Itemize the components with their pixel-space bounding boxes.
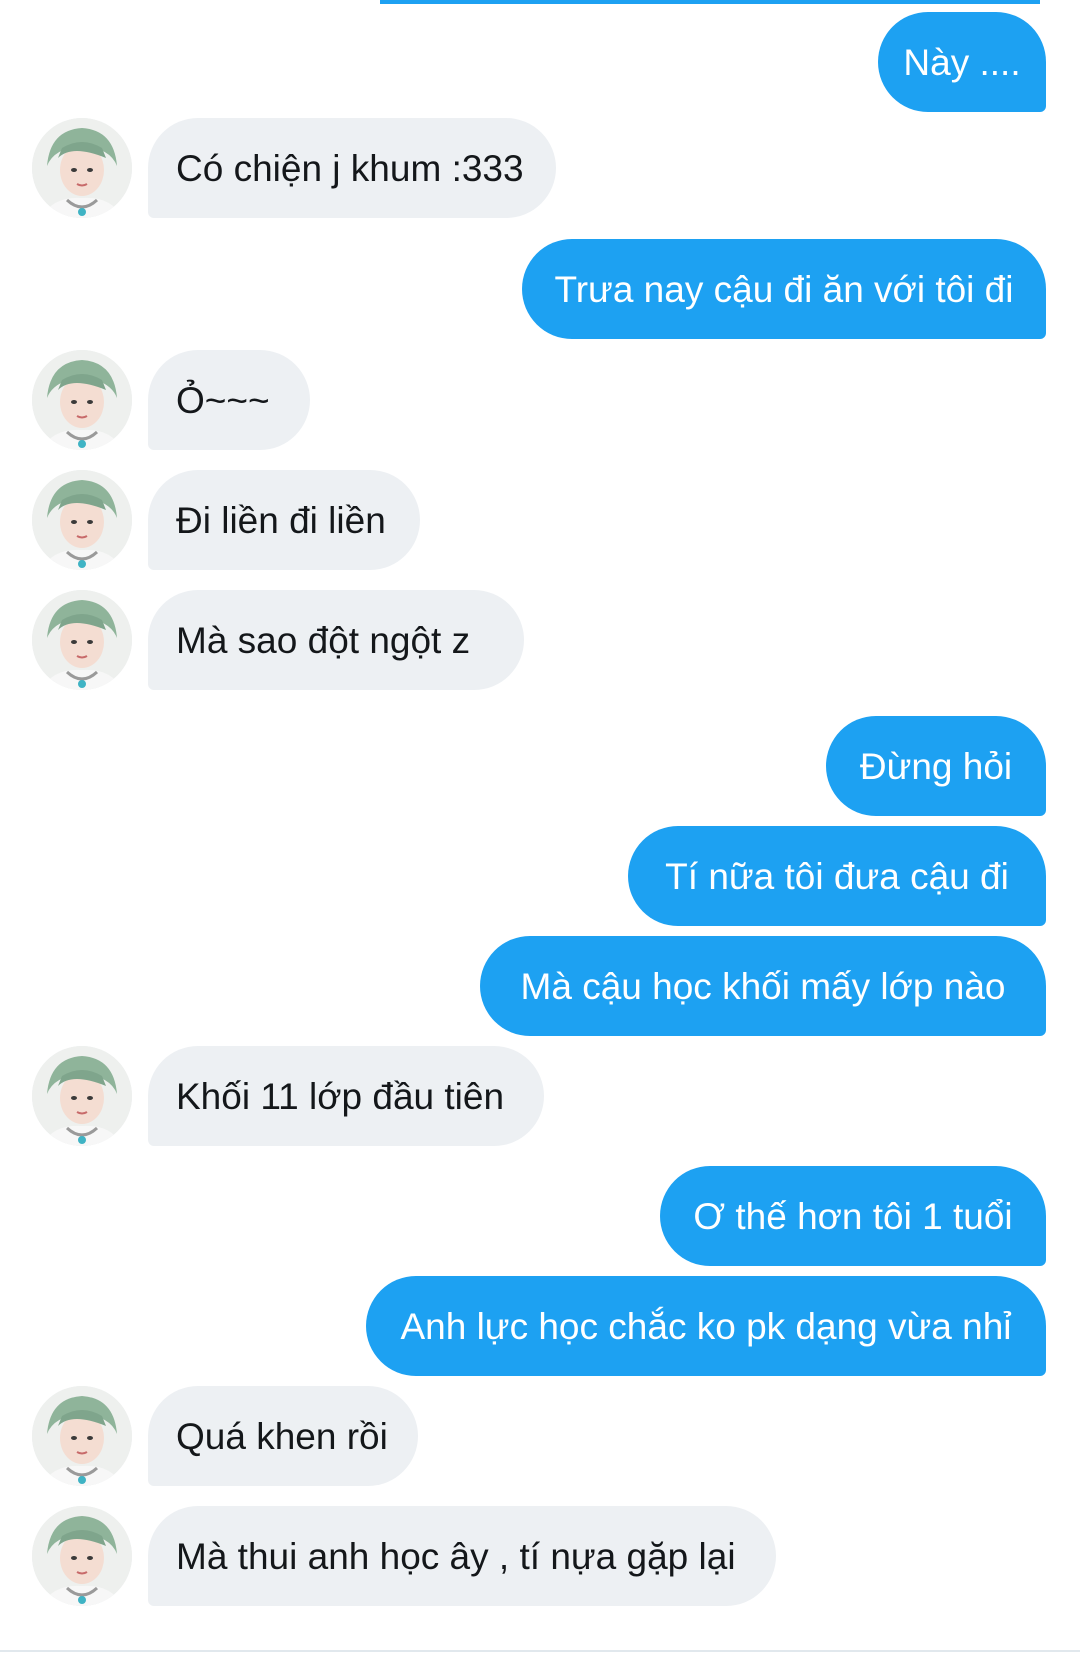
message-text: Khối 11 lớp đầu tiên [176, 1075, 505, 1117]
avatar-photo-icon [32, 118, 132, 218]
avatar-photo-icon [32, 1506, 132, 1606]
message-text: Ơ thế hơn tôi 1 tuổi [693, 1195, 1013, 1237]
received-message-bubble[interactable]: Quá khen rồi [148, 1386, 418, 1486]
message-text: Đừng hỏi [859, 745, 1013, 787]
avatar-photo-icon [32, 1386, 132, 1486]
sent-message-bubble[interactable]: Tí nữa tôi đưa cậu đi [628, 826, 1046, 926]
received-message-bubble[interactable]: Khối 11 lớp đầu tiên [148, 1046, 544, 1146]
received-message-bubble[interactable]: Có chiện j khum :333 [148, 118, 556, 218]
sender-avatar[interactable] [32, 350, 132, 450]
message-text: Mà cậu học khối mấy lớp nào [520, 965, 1006, 1007]
message-text: Đi liền đi liền [176, 499, 386, 541]
avatar-photo-icon [32, 350, 132, 450]
message-text: Tí nữa tôi đưa cậu đi [665, 855, 1009, 897]
sent-message-bubble[interactable]: Anh lực học chắc ko pk dạng vừa nhỉ [366, 1276, 1046, 1376]
sent-message-bubble[interactable]: Mà cậu học khối mấy lớp nào [480, 936, 1046, 1036]
sender-avatar[interactable] [32, 1386, 132, 1486]
message-text: Anh lực học chắc ko pk dạng vừa nhỉ [400, 1305, 1012, 1347]
message-text: Mà thui anh học ây , tí nựa gặp lại [176, 1535, 736, 1577]
message-text: Trưa nay cậu đi ăn với tôi đi [554, 268, 1014, 310]
sent-message-bubble[interactable]: Đừng hỏi [826, 716, 1046, 816]
received-message-bubble[interactable]: Ỏ~~~ [148, 350, 310, 450]
sent-message-bubble[interactable]: Này .... [878, 12, 1046, 112]
received-message-bubble[interactable]: Mà sao đột ngột z [148, 590, 524, 690]
received-message-bubble[interactable]: Mà thui anh học ây , tí nựa gặp lại [148, 1506, 776, 1606]
bottom-divider [0, 1650, 1080, 1652]
sent-message-bubble[interactable]: Trưa nay cậu đi ăn với tôi đi [522, 239, 1046, 339]
message-text: Có chiện j khum :333 [176, 147, 524, 189]
sender-avatar[interactable] [32, 590, 132, 690]
message-text: Này .... [903, 41, 1021, 83]
avatar-photo-icon [32, 1046, 132, 1146]
sender-avatar[interactable] [32, 470, 132, 570]
sender-avatar[interactable] [32, 1046, 132, 1146]
sent-message-bubble[interactable]: Ơ thế hơn tôi 1 tuổi [660, 1166, 1046, 1266]
message-text: Quá khen rồi [176, 1415, 388, 1457]
message-text: Mà sao đột ngột z [176, 619, 471, 661]
avatar-photo-icon [32, 590, 132, 690]
sender-avatar[interactable] [32, 1506, 132, 1606]
message-text: Ỏ~~~ [176, 379, 270, 421]
top-divider [380, 0, 1040, 4]
received-message-bubble[interactable]: Đi liền đi liền [148, 470, 420, 570]
avatar-photo-icon [32, 470, 132, 570]
sender-avatar[interactable] [32, 118, 132, 218]
